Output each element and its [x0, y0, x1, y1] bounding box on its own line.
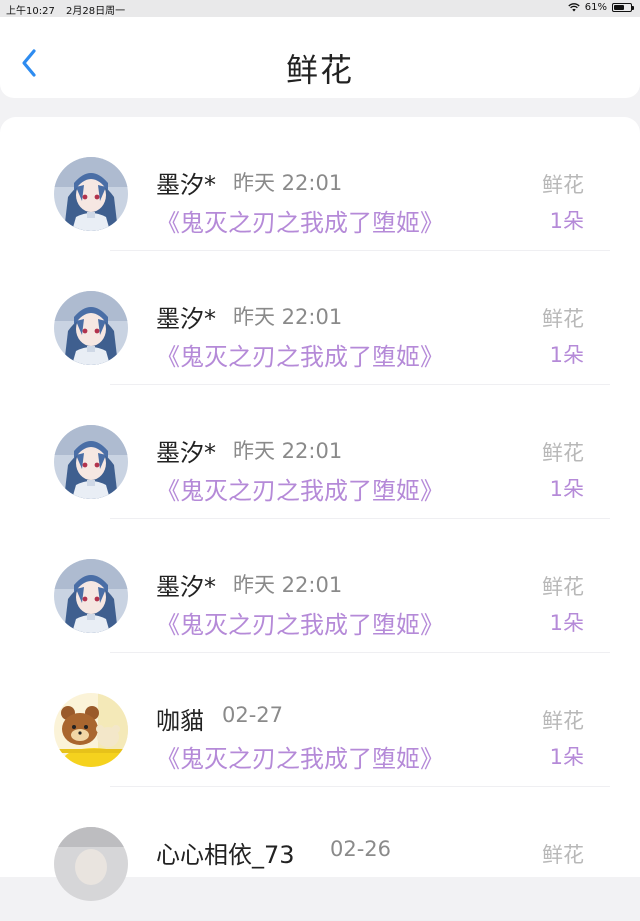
username: 墨汐* — [156, 573, 216, 601]
timestamp: 昨天 22:01 — [233, 305, 343, 329]
avatar[interactable] — [54, 291, 128, 365]
avatar[interactable] — [54, 425, 128, 499]
gift-count: 1朵 — [549, 611, 584, 635]
username: 墨汐* — [156, 439, 216, 467]
avatar[interactable] — [54, 827, 128, 901]
anime-girl-avatar — [54, 291, 128, 365]
wifi-icon — [568, 3, 580, 12]
book-title-link[interactable]: 《鬼灭之刃之我成了堕姬》 — [156, 471, 444, 506]
list-item[interactable]: 墨汐* 昨天 22:01 《鬼灭之刃之我成了堕姬》 鲜花 1朵 — [0, 385, 640, 519]
gift-type: 鲜花 — [542, 173, 584, 197]
list-item[interactable]: 墨汐* 昨天 22:01 《鬼灭之刃之我成了堕姬》 鲜花 1朵 — [0, 519, 640, 653]
gift-type: 鲜花 — [542, 843, 584, 867]
gift-count: 1朵 — [549, 477, 584, 501]
avatar[interactable] — [54, 559, 128, 633]
gift-type: 鲜花 — [542, 441, 584, 465]
book-title-link[interactable]: 《鬼灭之刃之我成了堕姬》 — [156, 203, 444, 238]
status-bar: 上午10:27 2月28日周一 61% — [0, 0, 640, 17]
anime-girl-avatar — [54, 425, 128, 499]
anime-girl-avatar — [54, 157, 128, 231]
flower-gift-list: 墨汐* 昨天 22:01 《鬼灭之刃之我成了堕姬》 鲜花 1朵 墨汐* 昨天 22:01 《… — [0, 117, 640, 921]
anime-girl-avatar — [54, 559, 128, 633]
status-date: 2月28日周一 — [66, 6, 126, 17]
timestamp: 昨天 22:01 — [233, 573, 343, 597]
page-title: 鲜花 — [285, 51, 354, 89]
gift-count: 1朵 — [549, 209, 584, 233]
username: 墨汐* — [156, 171, 216, 199]
timestamp: 02-27 — [222, 703, 284, 727]
username: 墨汐* — [156, 305, 216, 333]
battery-icon — [612, 3, 634, 12]
gift-type: 鲜花 — [542, 709, 584, 733]
username: 咖貓 — [156, 707, 204, 735]
book-title-link[interactable]: 《鬼灭之刃之我成了堕姬》 — [156, 605, 444, 640]
list-item[interactable]: 墨汐* 昨天 22:01 《鬼灭之刃之我成了堕姬》 鲜花 1朵 — [0, 117, 640, 251]
book-title-link[interactable]: 《鬼灭之刃之我成了堕姬》 — [156, 739, 444, 774]
timestamp: 昨天 22:01 — [233, 171, 343, 195]
timestamp: 02-26 — [330, 837, 392, 861]
list-item[interactable]: 墨汐* 昨天 22:01 《鬼灭之刃之我成了堕姬》 鲜花 1朵 — [0, 251, 640, 385]
list-item[interactable]: 心心相依_73 02-26 鲜花 — [0, 787, 640, 921]
timestamp: 昨天 22:01 — [233, 439, 343, 463]
battery-percent: 61% — [584, 2, 607, 13]
gift-type: 鲜花 — [542, 307, 584, 331]
nav-header: 鲜花 — [0, 17, 640, 98]
gift-count: 1朵 — [549, 745, 584, 769]
gift-type: 鲜花 — [542, 575, 584, 599]
battery-fill — [614, 5, 624, 10]
avatar[interactable] — [54, 693, 128, 767]
gift-count: 1朵 — [549, 343, 584, 367]
list-item[interactable]: 咖貓 02-27 《鬼灭之刃之我成了堕姬》 鲜花 1朵 — [0, 653, 640, 787]
grey-avatar — [54, 827, 128, 901]
bear-avatar — [54, 693, 128, 767]
book-title-link[interactable]: 《鬼灭之刃之我成了堕姬》 — [156, 337, 444, 372]
avatar[interactable] — [54, 157, 128, 231]
status-time: 上午10:27 — [6, 6, 55, 17]
